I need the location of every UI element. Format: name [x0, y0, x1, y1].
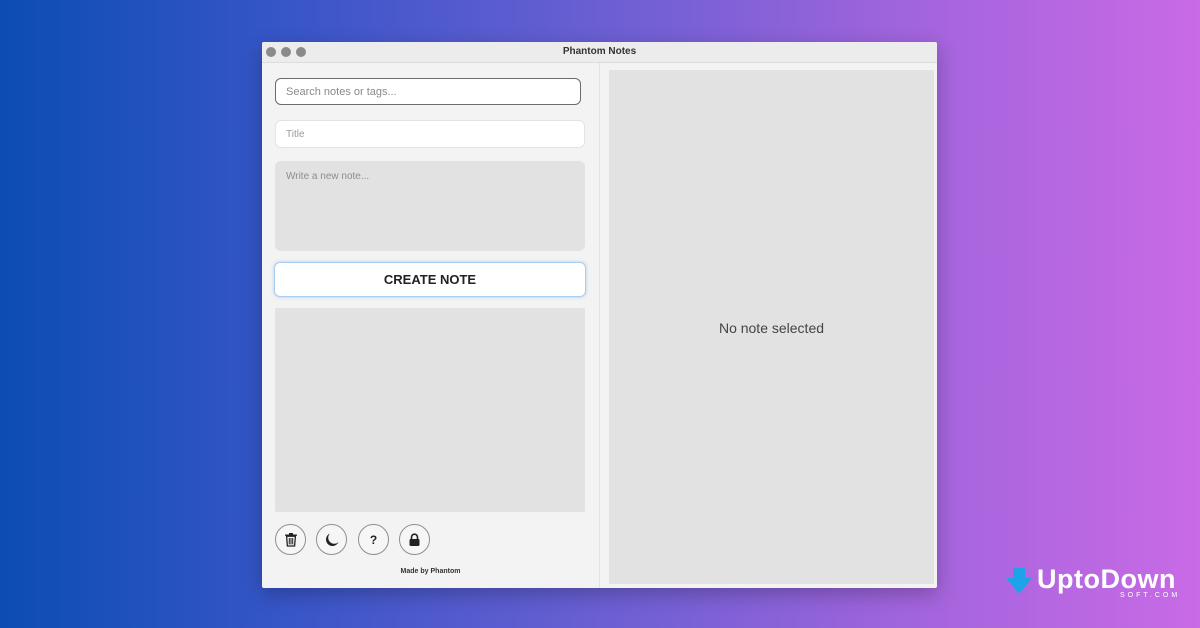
search-input[interactable]	[275, 78, 581, 105]
uptodown-logo: UptoDown SOFT.COM	[1005, 564, 1195, 606]
made-by-text: Made by Phantom	[400, 568, 461, 575]
note-body-input[interactable]	[275, 161, 585, 251]
delete-button[interactable]	[275, 524, 306, 555]
help-button[interactable]: ?	[358, 524, 389, 555]
moon-icon	[325, 533, 338, 546]
dark-mode-button[interactable]	[316, 524, 347, 555]
title-bar: Phantom Notes	[262, 42, 937, 63]
notes-list[interactable]	[275, 308, 585, 512]
download-arrow-icon	[1006, 568, 1032, 594]
title-field[interactable]	[275, 120, 585, 148]
empty-state-text: No note selected	[718, 320, 825, 336]
lock-icon	[409, 532, 420, 546]
logo-sub-text: SOFT.COM	[1120, 592, 1181, 599]
trash-icon	[284, 533, 297, 547]
help-icon: ?	[369, 532, 378, 547]
app-window: Phantom Notes CREATE NOTE ?	[262, 42, 937, 588]
create-note-button[interactable]: CREATE NOTE	[274, 262, 586, 297]
lock-button[interactable]	[399, 524, 430, 555]
window-title: Phantom Notes	[562, 46, 637, 57]
logo-brand-text: UptoDown	[1037, 564, 1176, 594]
note-detail-pane: No note selected	[609, 70, 934, 584]
left-pane: CREATE NOTE ? Made b	[262, 63, 600, 588]
